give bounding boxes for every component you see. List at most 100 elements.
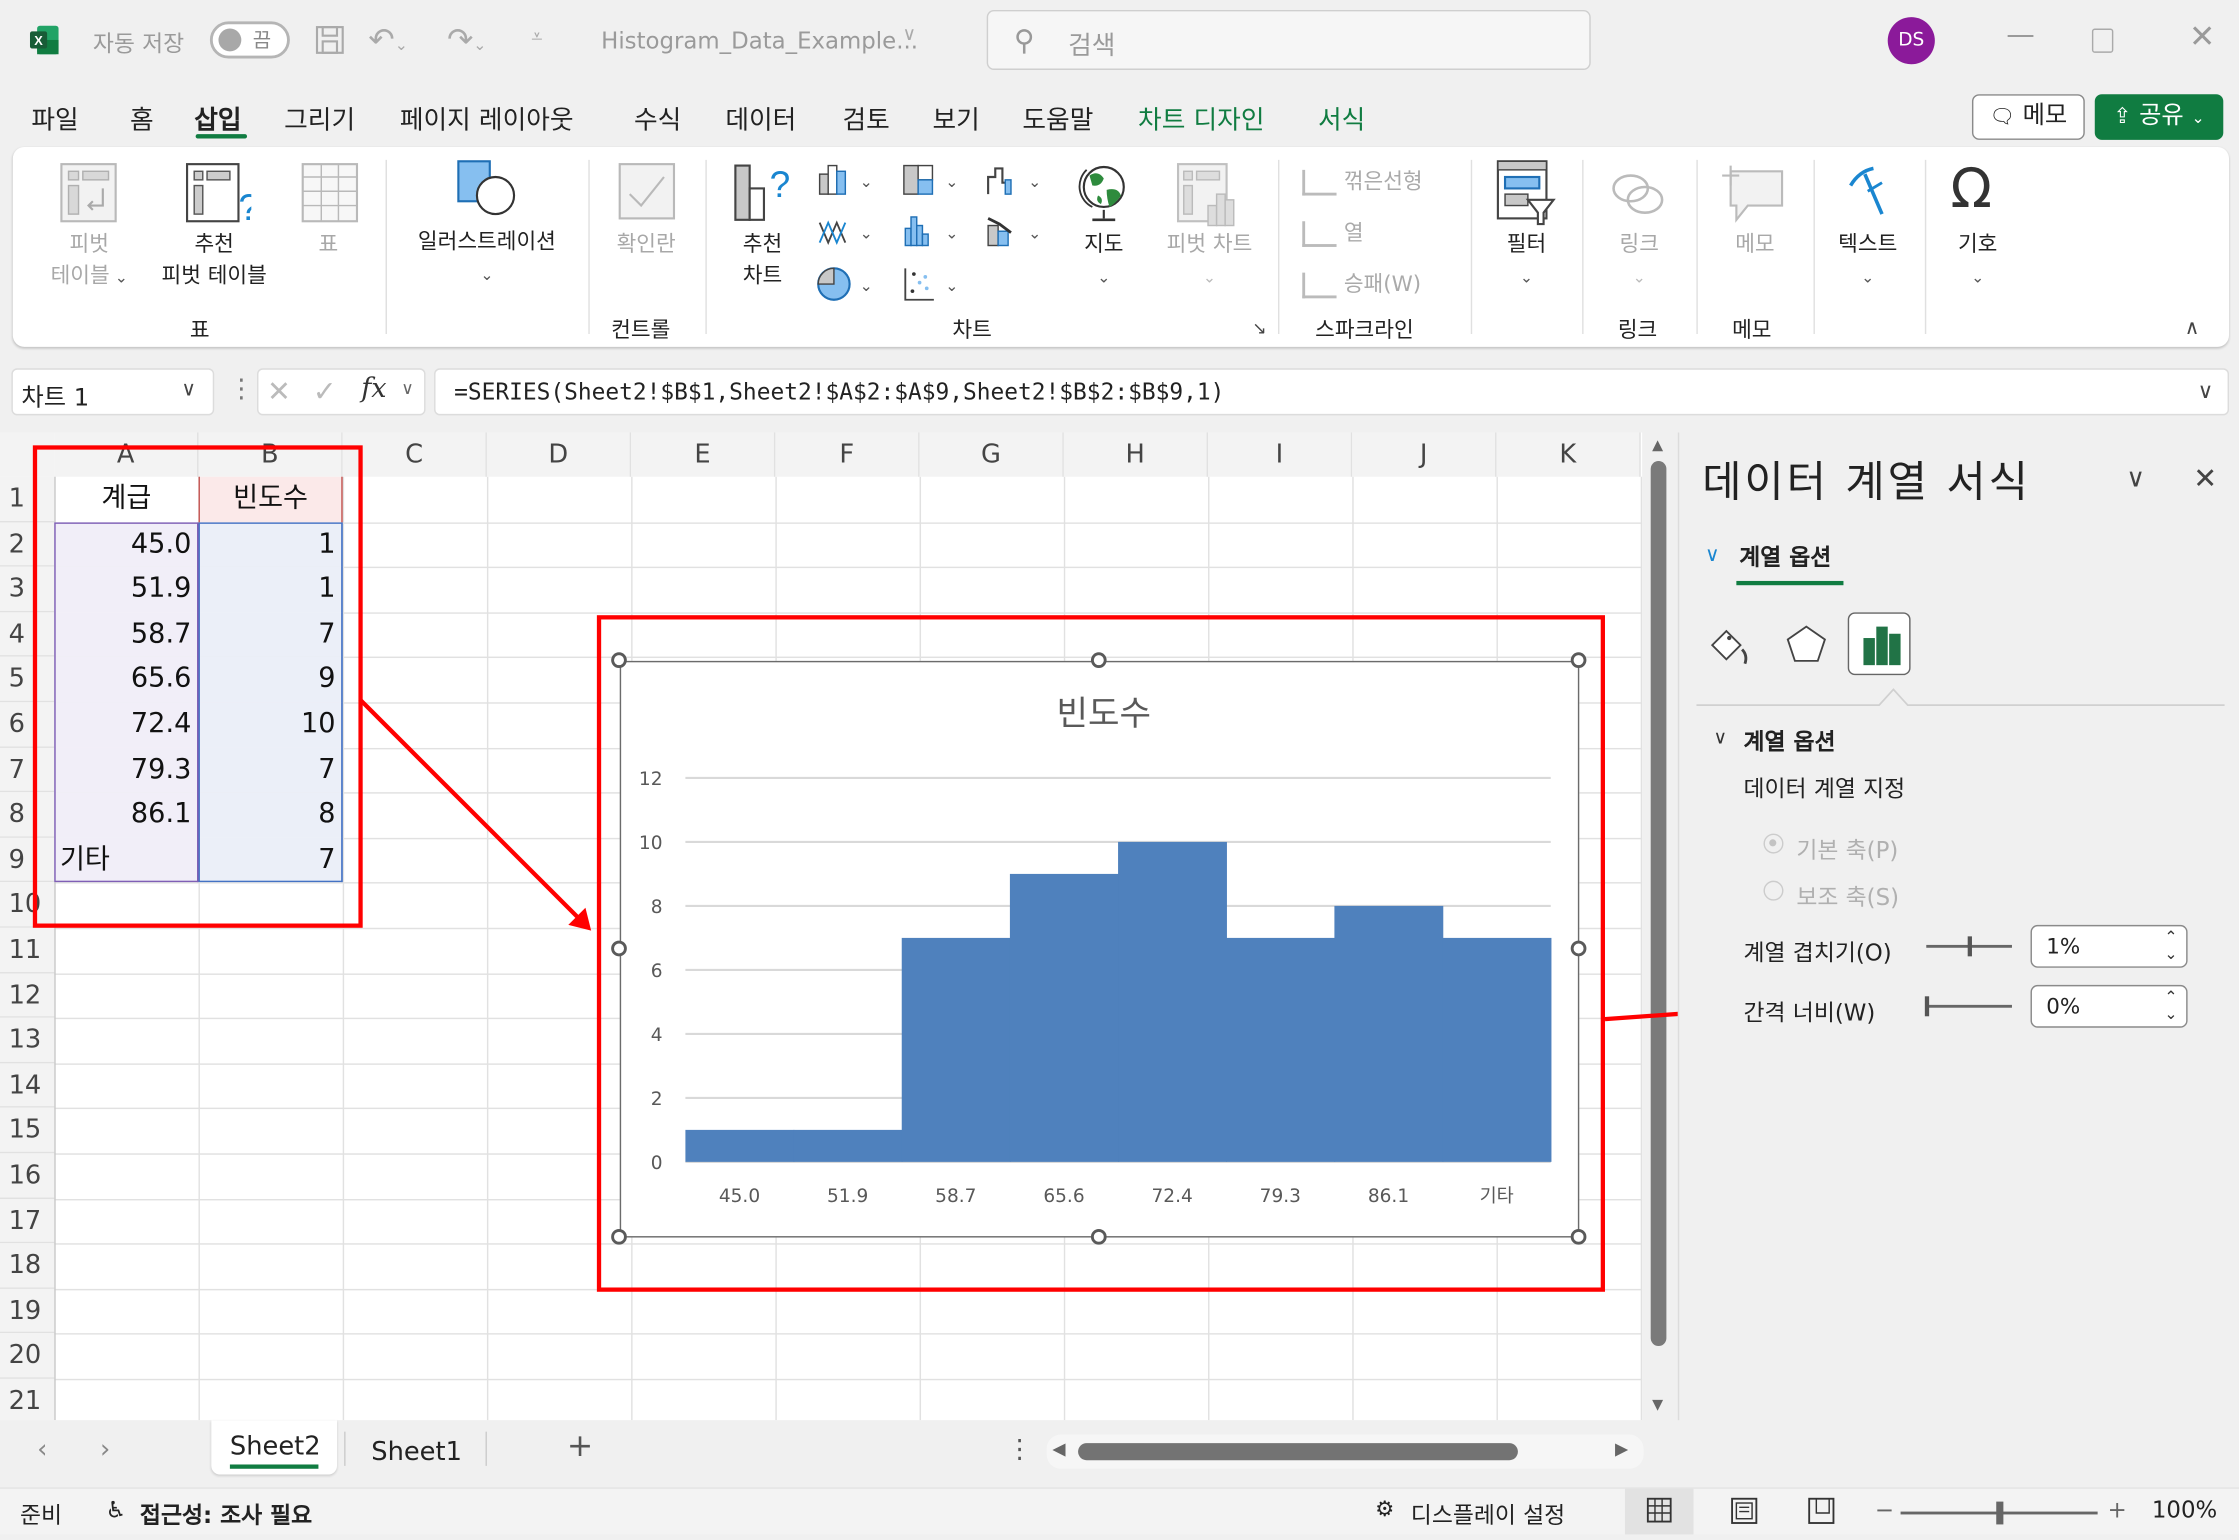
row-header-21[interactable]: 21 <box>0 1378 55 1421</box>
row-header-16[interactable]: 16 <box>0 1153 55 1199</box>
cancel-icon[interactable]: ✕ <box>267 374 291 408</box>
sheet-tab-sheet1[interactable]: Sheet1 <box>351 1420 480 1474</box>
insert-function-icon[interactable]: fx <box>361 373 386 404</box>
hierarchy-chart-button[interactable]: ⌄ <box>902 163 962 203</box>
tab-home[interactable]: 홈 <box>130 100 154 137</box>
text-button[interactable]: 텍스트 ⌄ <box>1828 228 1908 294</box>
expand-formula-icon[interactable]: ∨ <box>2198 370 2214 414</box>
column-header-C[interactable]: C <box>342 432 487 477</box>
comment-button[interactable]: 메모 <box>1721 228 1790 259</box>
column-header-K[interactable]: K <box>1496 432 1641 477</box>
zoom-slider-thumb[interactable] <box>1996 1501 2004 1525</box>
series-overlap-slider-thumb[interactable] <box>1968 936 1973 957</box>
undo-icon[interactable]: ↶⌄ <box>368 23 407 59</box>
tab-data[interactable]: 데이터 <box>725 100 796 137</box>
tab-draw[interactable]: 그리기 <box>284 100 355 137</box>
gap-width-slider[interactable] <box>1926 1004 2012 1008</box>
minimize-icon[interactable]: — <box>2006 17 2035 51</box>
zoom-level[interactable]: 100% <box>2152 1496 2217 1523</box>
row-header-11[interactable]: 11 <box>0 927 55 973</box>
column-header-E[interactable]: E <box>631 432 776 477</box>
series-options-tab[interactable]: 계열 옵션 <box>1739 538 1831 572</box>
sheet-tab-sheet2[interactable]: Sheet2 <box>211 1420 337 1475</box>
filter-button[interactable]: 필터 ⌄ <box>1492 228 1561 294</box>
display-settings-button[interactable]: 디스플레이 설정 <box>1411 1496 1565 1530</box>
name-box[interactable]: 차트 1 ∨ <box>11 368 215 416</box>
illustrations-button[interactable]: 일러스트레이션 ⌄ <box>400 226 574 292</box>
table-button[interactable]: 표 <box>300 228 357 259</box>
search-box[interactable]: ⚲ 검색 <box>986 9 1591 70</box>
normal-view-button[interactable] <box>1624 1488 1694 1535</box>
tab-formulas[interactable]: 수식 <box>634 100 681 137</box>
chevron-down-icon[interactable]: ∨ <box>181 378 196 401</box>
checkbox-button[interactable]: 확인란 <box>600 228 693 259</box>
pivot-table-button[interactable]: 피벗 테이블 ⌄ <box>43 228 136 294</box>
series-overlap-input[interactable]: 1% ⌃ ⌄ <box>2030 924 2188 968</box>
page-layout-view-button[interactable] <box>1724 1489 1767 1535</box>
accessibility-status[interactable]: 접근성: 조사 필요 <box>140 1496 312 1530</box>
tab-review[interactable]: 검토 <box>842 100 889 137</box>
row-header-12[interactable]: 12 <box>0 972 55 1018</box>
tab-chart-design[interactable]: 차트 디자인 <box>1138 100 1264 137</box>
column-header-D[interactable]: D <box>486 432 632 477</box>
tab-file[interactable]: 파일 <box>31 100 78 137</box>
zoom-out-button[interactable]: − <box>1875 1496 1894 1523</box>
tab-view[interactable]: 보기 <box>932 100 979 137</box>
save-icon[interactable] <box>314 24 345 61</box>
series-options-icon-button[interactable] <box>1847 612 1911 676</box>
row-header-14[interactable]: 14 <box>0 1063 55 1109</box>
vertical-scroll-thumb[interactable] <box>1650 461 1667 1347</box>
user-avatar[interactable]: DS <box>1887 17 1935 65</box>
series-options-section[interactable]: 계열 옵션 <box>1744 722 1836 756</box>
link-button[interactable]: 링크 ⌄ <box>1602 228 1676 294</box>
more-options-icon[interactable]: ⋮ <box>228 374 254 404</box>
close-window-icon[interactable]: ✕ <box>2189 20 2215 56</box>
recommended-chart-button[interactable]: 추천 차트 <box>725 228 799 291</box>
gap-width-input[interactable]: 0% ⌃ ⌄ <box>2030 984 2188 1028</box>
collapse-ribbon-icon[interactable]: ∧ <box>2185 317 2200 340</box>
scatter-chart-button[interactable]: ⌄ <box>902 265 962 308</box>
tab-insert[interactable]: 삽입 <box>194 100 241 137</box>
symbol-button[interactable]: 기호 ⌄ <box>1945 228 2011 294</box>
row-header-15[interactable]: 15 <box>0 1108 55 1154</box>
vertical-scrollbar[interactable]: ▲ ▼ <box>1644 432 1674 1421</box>
next-sheet-icon[interactable]: › <box>100 1435 110 1465</box>
spin-down-icon[interactable]: ⌄ <box>2164 1006 2177 1022</box>
column-chart-button[interactable]: ⌄ <box>817 163 877 203</box>
redo-icon[interactable]: ↷⌄ <box>447 23 486 59</box>
gap-width-slider-thumb[interactable] <box>1924 996 1930 1017</box>
chevron-down-icon[interactable]: ∨ <box>401 378 414 398</box>
autosave-toggle[interactable]: 끔 <box>209 21 290 59</box>
pane-options-chevron-icon[interactable]: ∨ <box>2126 464 2145 494</box>
tab-split-handle-icon[interactable]: ⋮ <box>1007 1435 1033 1465</box>
scroll-left-icon[interactable]: ◀ <box>1052 1439 1065 1459</box>
tab-page-layout[interactable]: 페이지 레이아웃 <box>400 100 574 137</box>
horizontal-scrollbar[interactable]: ◀ ▶ <box>1046 1434 1644 1469</box>
row-header-20[interactable]: 20 <box>0 1333 55 1379</box>
scroll-up-icon[interactable]: ▲ <box>1652 438 1663 454</box>
spin-up-icon[interactable]: ⌃ <box>2164 989 2177 1005</box>
tab-format[interactable]: 서식 <box>1318 100 1365 137</box>
chevron-down-icon[interactable]: ∨ <box>902 24 916 45</box>
scroll-down-icon[interactable]: ▼ <box>1652 1397 1663 1413</box>
column-header-F[interactable]: F <box>775 432 920 477</box>
spin-down-icon[interactable]: ⌄ <box>2164 946 2177 962</box>
enter-check-icon[interactable]: ✓ <box>313 374 337 408</box>
page-break-view-button[interactable] <box>1801 1489 1844 1535</box>
effects-pentagon-icon[interactable] <box>1782 621 1831 675</box>
dialog-launcher-icon[interactable]: ↘ <box>1252 318 1266 338</box>
column-header-I[interactable]: I <box>1208 432 1353 477</box>
close-pane-icon[interactable]: ✕ <box>2193 461 2217 495</box>
chevron-down-icon[interactable]: ∨ <box>1714 728 1728 749</box>
fill-line-icon[interactable] <box>1708 621 1757 675</box>
recommended-pivot-button[interactable]: 추천 피벗 테이블 <box>143 228 286 291</box>
row-header-13[interactable]: 13 <box>0 1017 55 1064</box>
file-name[interactable]: Histogram_Data_Example... <box>601 27 918 54</box>
column-header-H[interactable]: H <box>1063 432 1209 477</box>
column-header-G[interactable]: G <box>919 432 1064 477</box>
customize-qat-icon[interactable]: ⩡ <box>531 26 542 49</box>
waterfall-chart-button[interactable]: ⌄ <box>985 163 1045 203</box>
comments-button[interactable]: 🗨 메모 <box>1971 94 2085 140</box>
pivot-chart-button[interactable]: 피벗 차트 ⌄ <box>1145 228 1274 294</box>
horizontal-scroll-thumb[interactable] <box>1078 1443 1518 1461</box>
